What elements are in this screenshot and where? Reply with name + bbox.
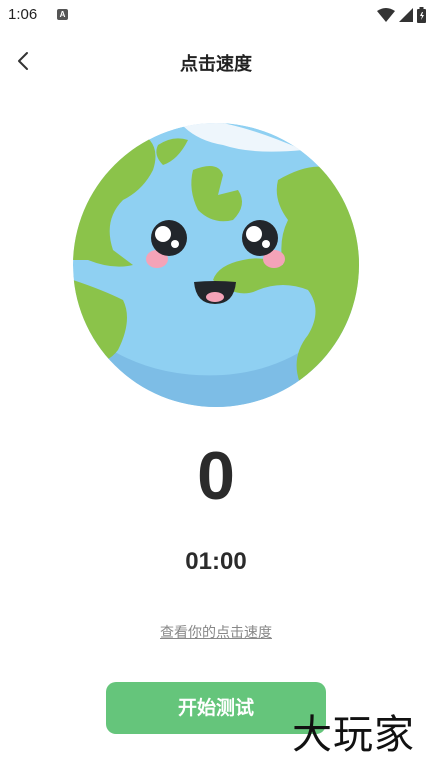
earth-mascot-illustration (73, 123, 359, 407)
wifi-icon (377, 8, 395, 22)
watermark: 大玩家 (292, 712, 415, 758)
app-notification-icon: A (57, 9, 68, 20)
page-title: 点击速度 (180, 54, 252, 75)
app-header: 点击速度 (0, 40, 432, 84)
view-click-speed-link[interactable]: 查看你的点击速度 (0, 622, 432, 642)
status-bar: 1:06 A (0, 0, 432, 30)
countdown-timer: 01:00 (185, 548, 247, 575)
status-icons (377, 6, 426, 24)
signal-icon (399, 8, 413, 22)
click-count: 0 (197, 438, 235, 514)
battery-icon (417, 7, 426, 23)
status-time: 1:06 (8, 6, 38, 23)
